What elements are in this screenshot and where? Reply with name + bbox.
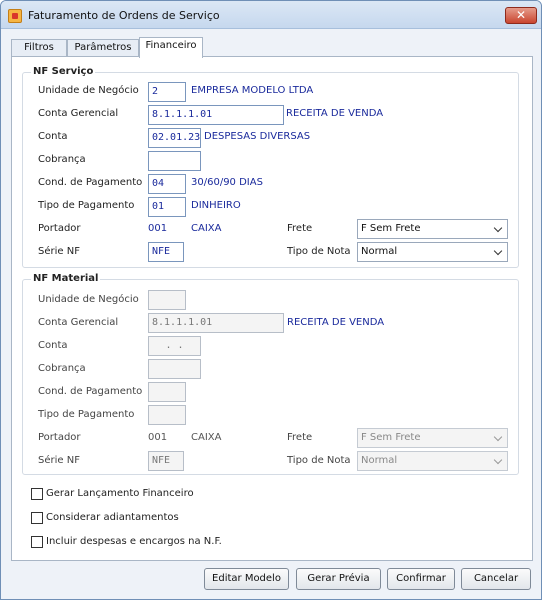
- cobranca-label: Cobrança: [38, 154, 86, 165]
- chevron-down-icon: [494, 247, 504, 257]
- cond-pagamento-label: Cond. de Pagamento: [38, 177, 143, 188]
- cond-pagamento-desc: 30/60/90 DIAS: [191, 177, 263, 188]
- material-serie-label: Série NF: [38, 455, 80, 466]
- tipo-pagamento-label: Tipo de Pagamento: [38, 200, 135, 211]
- chevron-down-icon: [494, 456, 504, 466]
- tipo-nota-label: Tipo de Nota: [287, 246, 351, 257]
- frete-value: F Sem Frete: [361, 223, 421, 234]
- frete-select[interactable]: F Sem Frete: [357, 219, 508, 239]
- material-portador-desc: CAIXA: [191, 432, 222, 443]
- chevron-down-icon: [494, 224, 504, 234]
- incluir-despesas-label: Incluir despesas e encargos na N.F.: [46, 536, 222, 547]
- portador-label: Portador: [38, 223, 81, 234]
- unidade-desc: EMPRESA MODELO LTDA: [191, 85, 314, 96]
- title-bar: Faturamento de Ordens de Serviço ✕: [1, 1, 541, 29]
- material-tipo-pagamento-label: Tipo de Pagamento: [38, 409, 135, 420]
- material-conta-gerencial-label: Conta Gerencial: [38, 317, 119, 328]
- material-conta-gerencial-input[interactable]: 8.1.1.1.01: [148, 313, 284, 333]
- cond-pagamento-input[interactable]: 04: [148, 174, 186, 194]
- frete-label: Frete: [287, 223, 313, 234]
- conta-gerencial-desc: RECEITA DE VENDA: [286, 108, 384, 119]
- window-title: Faturamento de Ordens de Serviço: [28, 9, 220, 22]
- unidade-input[interactable]: 2: [148, 82, 186, 102]
- tipo-pagamento-desc: DINHEIRO: [191, 200, 241, 211]
- dialog-window: Faturamento de Ordens de Serviço ✕ Filtr…: [0, 0, 542, 600]
- serie-label: Série NF: [38, 246, 80, 257]
- cobranca-input[interactable]: [148, 151, 201, 171]
- close-button[interactable]: ✕: [505, 7, 537, 24]
- conta-desc: DESPESAS DIVERSAS: [204, 131, 311, 142]
- nf-servico-title: NF Serviço: [31, 66, 96, 77]
- nf-material-title: NF Material: [31, 273, 101, 284]
- material-frete-value: F Sem Frete: [361, 432, 421, 443]
- considerar-adiantamentos-label: Considerar adiantamentos: [46, 512, 179, 523]
- material-tipo-nota-label: Tipo de Nota: [287, 455, 351, 466]
- material-frete-label: Frete: [287, 432, 313, 443]
- material-conta-gerencial-desc: RECEITA DE VENDA: [287, 317, 385, 328]
- confirmar-button[interactable]: Confirmar: [387, 568, 455, 590]
- gerar-lancamento-label: Gerar Lançamento Financeiro: [46, 488, 194, 499]
- material-frete-select[interactable]: F Sem Frete: [357, 428, 508, 448]
- material-cobranca-label: Cobrança: [38, 363, 86, 374]
- material-portador-label: Portador: [38, 432, 81, 443]
- material-cond-pagamento-label: Cond. de Pagamento: [38, 386, 143, 397]
- material-tipo-nota-select[interactable]: Normal: [357, 451, 508, 471]
- app-icon: [8, 9, 22, 23]
- tab-parametros[interactable]: Parâmetros: [67, 39, 139, 57]
- conta-label: Conta: [38, 131, 68, 142]
- conta-gerencial-input[interactable]: 8.1.1.1.01: [148, 105, 284, 125]
- portador-desc: CAIXA: [191, 223, 222, 234]
- cancelar-button[interactable]: Cancelar: [461, 568, 531, 590]
- material-tipo-pagamento-input[interactable]: [148, 405, 186, 425]
- material-portador-code: 001: [148, 432, 168, 443]
- material-tipo-nota-value: Normal: [361, 455, 398, 466]
- material-conta-input[interactable]: . .: [148, 336, 201, 356]
- serie-input[interactable]: NFE: [148, 242, 184, 262]
- editar-modelo-button[interactable]: Editar Modelo: [204, 568, 289, 590]
- tab-filtros[interactable]: Filtros: [11, 39, 67, 57]
- chevron-down-icon: [494, 433, 504, 443]
- considerar-adiantamentos-checkbox[interactable]: [31, 512, 43, 524]
- gerar-lancamento-checkbox[interactable]: [31, 488, 43, 500]
- financeiro-panel: NF Serviço Unidade de Negócio 2 EMPRESA …: [11, 56, 533, 561]
- conta-input[interactable]: 02.01.23: [148, 128, 201, 148]
- material-cond-pagamento-input[interactable]: [148, 382, 186, 402]
- material-cobranca-input[interactable]: [148, 359, 201, 379]
- nf-servico-group: NF Serviço Unidade de Negócio 2 EMPRESA …: [22, 66, 519, 268]
- nf-material-group: NF Material Unidade de Negócio Conta Ger…: [22, 273, 519, 475]
- portador-code: 001: [148, 223, 168, 234]
- incluir-despesas-checkbox[interactable]: [31, 536, 43, 548]
- material-unidade-label: Unidade de Negócio: [38, 294, 139, 305]
- unidade-label: Unidade de Negócio: [38, 85, 139, 96]
- tipo-nota-select[interactable]: Normal: [357, 242, 508, 262]
- tipo-pagamento-input[interactable]: 01: [148, 197, 186, 217]
- gerar-previa-button[interactable]: Gerar Prévia: [296, 568, 381, 590]
- tab-financeiro[interactable]: Financeiro: [139, 37, 203, 58]
- material-serie-input[interactable]: NFE: [148, 451, 184, 471]
- conta-gerencial-label: Conta Gerencial: [38, 108, 119, 119]
- tipo-nota-value: Normal: [361, 246, 398, 257]
- material-conta-label: Conta: [38, 340, 68, 351]
- material-unidade-input[interactable]: [148, 290, 186, 310]
